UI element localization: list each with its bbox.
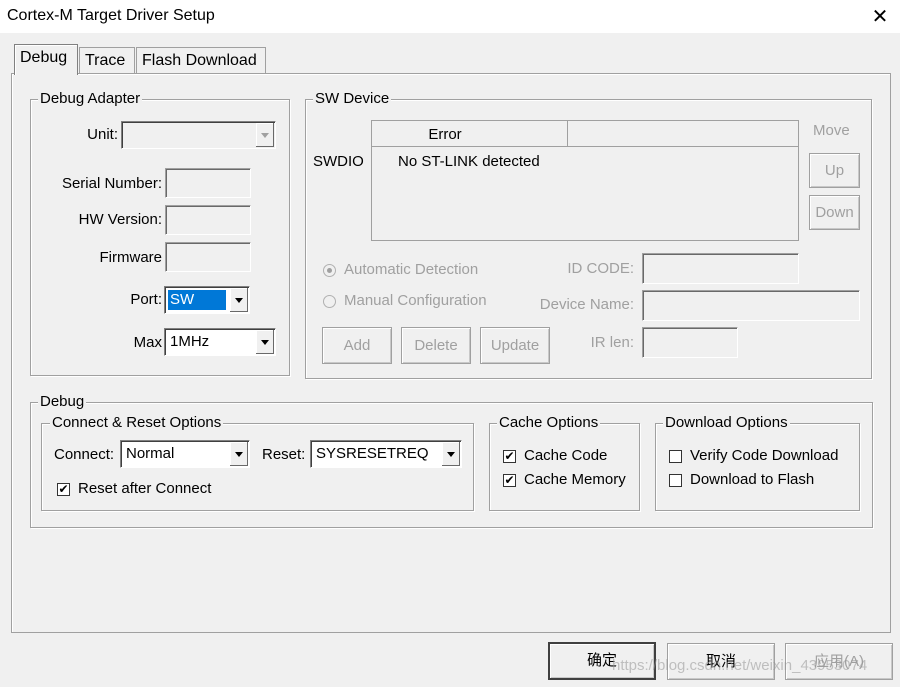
download-to-flash-checkbox[interactable] [669, 474, 682, 487]
tab-trace-label: Trace [85, 52, 126, 69]
manual-config-label: Manual Configuration [344, 292, 487, 309]
port-select[interactable]: SW [164, 286, 250, 314]
move-down-button[interactable]: Down [809, 195, 860, 230]
ir-len-field[interactable] [642, 327, 738, 358]
max-clock-select[interactable]: 1MHz [164, 328, 276, 356]
list-header-error[interactable]: Error [372, 121, 568, 147]
tab-trace[interactable]: Trace [79, 47, 135, 74]
ir-len-label: IR len: [590, 334, 634, 351]
list-item[interactable]: No ST-LINK detected [398, 153, 540, 171]
reset-after-connect-label: Reset after Connect [78, 480, 212, 497]
tab-debug-label: Debug [20, 49, 68, 66]
tab-debug[interactable]: Debug [14, 44, 78, 75]
serial-number-label: Serial Number: [61, 175, 162, 192]
reset-after-connect-checkbox[interactable]: ✔ [57, 483, 70, 496]
max-clock-value: 1MHz [170, 333, 210, 350]
sw-device-list[interactable]: Error No ST-LINK detected [371, 120, 799, 241]
swdio-label: SWDIO [313, 153, 364, 170]
id-code-label: ID CODE: [567, 260, 634, 277]
move-label: Move [813, 122, 850, 139]
chevron-down-icon[interactable] [442, 442, 460, 466]
id-code-field[interactable] [642, 253, 799, 284]
connect-select[interactable]: Normal [120, 440, 250, 468]
cache-options-legend: Cache Options [497, 414, 601, 432]
tab-flash-download-label: Flash Download [142, 52, 257, 69]
chevron-down-icon[interactable] [230, 288, 248, 312]
connect-value: Normal [126, 445, 175, 462]
reset-label: Reset: [262, 446, 306, 463]
cache-memory-checkbox[interactable]: ✔ [503, 474, 516, 487]
connect-reset-legend: Connect & Reset Options [50, 414, 224, 432]
unit-select[interactable] [121, 121, 276, 149]
tab-flash-download[interactable]: Flash Download [136, 47, 266, 74]
cache-memory-label: Cache Memory [524, 471, 626, 488]
chevron-down-icon[interactable] [256, 330, 274, 354]
firmware-field [165, 242, 251, 272]
port-value: SW [168, 290, 226, 310]
download-to-flash-label: Download to Flash [690, 471, 815, 488]
add-button[interactable]: Add [322, 327, 392, 364]
hw-version-label: HW Version: [78, 211, 162, 228]
debug-legend: Debug [38, 393, 87, 411]
verify-code-download-checkbox[interactable] [669, 450, 682, 463]
unit-label: Unit: [87, 126, 118, 143]
sw-device-legend: SW Device [313, 90, 392, 108]
cache-code-checkbox[interactable]: ✔ [503, 450, 516, 463]
cache-options-group [489, 423, 640, 511]
device-name-label: Device Name: [539, 296, 634, 313]
close-icon[interactable]: ✕ [866, 2, 894, 30]
chevron-down-icon [256, 123, 274, 147]
delete-button[interactable]: Delete [401, 327, 471, 364]
watermark: https://blog.csdn.net/weixin_43953074 [612, 657, 868, 674]
debug-adapter-legend: Debug Adapter [38, 90, 143, 108]
chevron-down-icon[interactable] [230, 442, 248, 466]
reset-value: SYSRESETREQ [316, 445, 429, 462]
max-label: Max [133, 334, 162, 351]
firmware-label: Firmware [99, 249, 163, 266]
reset-select[interactable]: SYSRESETREQ [310, 440, 462, 468]
device-name-field[interactable] [642, 290, 860, 321]
auto-detection-label: Automatic Detection [344, 261, 479, 278]
download-options-group [655, 423, 860, 511]
manual-config-radio[interactable] [323, 295, 336, 308]
list-header-blank[interactable] [568, 121, 798, 147]
list-header-label: Error [428, 126, 462, 143]
port-label: Port: [130, 291, 162, 308]
move-up-button[interactable]: Up [809, 153, 860, 188]
serial-number-field [165, 168, 251, 198]
download-options-legend: Download Options [663, 414, 790, 432]
auto-detection-radio[interactable] [323, 264, 336, 277]
hw-version-field [165, 205, 251, 235]
verify-code-download-label: Verify Code Download [690, 447, 839, 464]
update-button[interactable]: Update [480, 327, 550, 364]
connect-label: Connect: [54, 446, 115, 463]
cache-code-label: Cache Code [524, 447, 608, 464]
unit-value [125, 125, 129, 145]
window-title: Cortex-M Target Driver Setup [7, 7, 215, 24]
